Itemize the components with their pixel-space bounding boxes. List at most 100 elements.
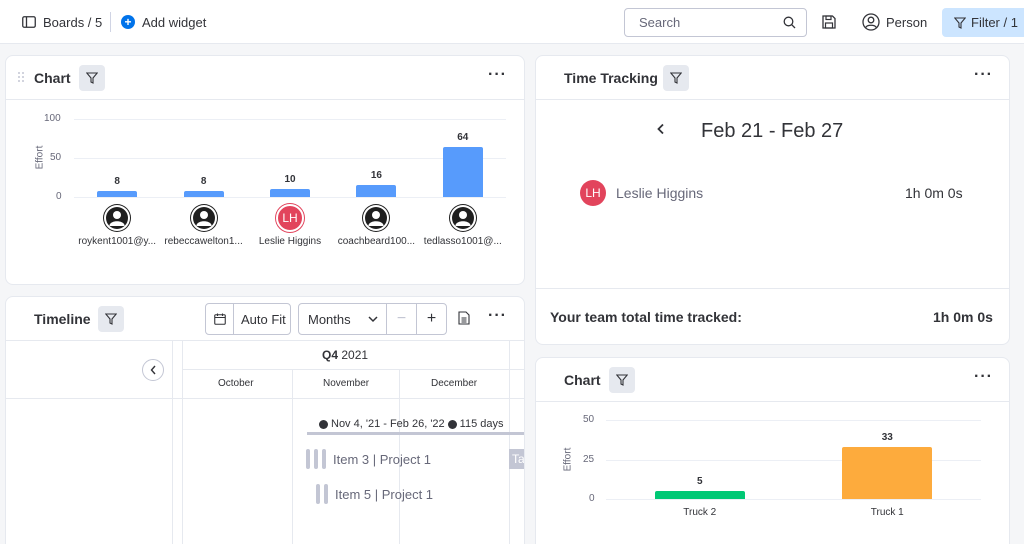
x-tick-label: Leslie Higgins bbox=[258, 236, 322, 247]
x-tick-label: Truck 2 bbox=[683, 507, 717, 518]
avatar: LH bbox=[276, 204, 304, 232]
timeline-header-divider bbox=[6, 398, 524, 399]
x-tick-label: coachbeard100... bbox=[337, 236, 416, 247]
column-divider bbox=[182, 341, 183, 544]
export-button[interactable] bbox=[458, 311, 470, 330]
add-widget-button[interactable]: + Add widget bbox=[121, 0, 206, 44]
board-icon bbox=[22, 16, 36, 28]
add-widget-label: Add widget bbox=[142, 14, 207, 30]
bar-value-label: 33 bbox=[881, 431, 893, 443]
previous-week-button[interactable] bbox=[656, 122, 666, 140]
user-icon bbox=[189, 204, 218, 232]
chart2-plot: Effort 50 25 0 5 Truck 2 33 Truck 1 bbox=[536, 402, 1009, 544]
y-tick-label: 0 bbox=[589, 493, 595, 504]
chart-widget-2-header: Chart ··· bbox=[536, 358, 1009, 402]
gridline bbox=[74, 119, 506, 120]
drag-bar bbox=[314, 449, 318, 469]
group-bar[interactable] bbox=[307, 432, 524, 435]
end-dot-icon bbox=[447, 419, 457, 429]
drag-bar bbox=[316, 484, 320, 504]
search-input[interactable]: Search bbox=[624, 8, 807, 37]
top-bar: Boards / 5 + Add widget Search Person Fi… bbox=[0, 0, 1024, 44]
auto-fit-label: Auto Fit bbox=[241, 311, 286, 327]
scale-label: Months bbox=[308, 311, 351, 327]
y-tick-label: 25 bbox=[583, 453, 595, 465]
x-tick-label: Truck 1 bbox=[870, 507, 904, 518]
chart-widget-2: Chart ··· Effort 50 25 0 5 Truck 2 33 Truck 1 bbox=[535, 357, 1010, 544]
chevron-left-icon bbox=[150, 365, 156, 375]
filter-button[interactable]: Filter / 1 bbox=[942, 8, 1024, 37]
y-tick-label: 100 bbox=[44, 113, 61, 124]
user-icon bbox=[103, 204, 132, 232]
row-divider bbox=[182, 369, 524, 370]
y-tick-label: 0 bbox=[56, 191, 62, 202]
y-axis-label: Effort bbox=[562, 447, 574, 471]
export-icon bbox=[458, 311, 470, 325]
boards-label: Boards / 5 bbox=[43, 14, 103, 30]
more-options-icon[interactable]: ··· bbox=[488, 66, 507, 84]
avatar: LH bbox=[580, 180, 606, 206]
y-axis-label: Effort bbox=[34, 145, 46, 170]
bar-value-label: 10 bbox=[284, 174, 296, 186]
total-label: Your team total time tracked: bbox=[550, 309, 742, 325]
timeline-header: Timeline Auto Fit Months − + ··· bbox=[6, 297, 524, 341]
total-value: 1h 0m 0s bbox=[933, 309, 993, 325]
chart-filter-button[interactable] bbox=[79, 65, 105, 91]
filter-icon bbox=[105, 313, 117, 325]
x-tick-label: tedlasso1001@... bbox=[423, 236, 502, 247]
calendar-icon bbox=[206, 304, 234, 334]
month-label: November bbox=[323, 378, 370, 389]
more-options-icon[interactable]: ··· bbox=[974, 368, 993, 386]
bar bbox=[842, 446, 933, 499]
gridline bbox=[74, 197, 506, 198]
item-label: Item 3 | Project 1 bbox=[333, 451, 432, 467]
bar-value-label: 16 bbox=[370, 169, 382, 181]
bar-value-label: 64 bbox=[457, 132, 469, 144]
timeline-item[interactable]: Item 3 | Project 1 bbox=[306, 449, 431, 469]
time-tracking-title: Time Tracking bbox=[564, 70, 658, 86]
gridline bbox=[606, 420, 981, 421]
drag-handle-icon[interactable] bbox=[17, 71, 25, 83]
chevron-left-icon bbox=[657, 123, 664, 135]
group-days: 115 days bbox=[459, 418, 504, 430]
zoom-in-button[interactable]: + bbox=[417, 304, 446, 334]
month-label: December bbox=[431, 378, 478, 389]
timeline-item-cutoff[interactable]: Ta bbox=[509, 449, 524, 469]
chart-title: Chart bbox=[34, 70, 71, 86]
boards-button[interactable]: Boards / 5 bbox=[22, 0, 102, 44]
date-range: Feb 21 - Feb 27 bbox=[701, 120, 844, 142]
more-options-icon[interactable]: ··· bbox=[488, 307, 507, 325]
bar bbox=[97, 190, 138, 197]
chart-filter-button[interactable] bbox=[609, 367, 635, 393]
drag-bar bbox=[324, 484, 328, 504]
timeline-item[interactable]: Item 5 | Project 1 bbox=[316, 484, 433, 504]
save-button[interactable] bbox=[822, 0, 836, 44]
quarter-year: 2021 bbox=[341, 348, 369, 362]
user-icon bbox=[362, 204, 391, 232]
drag-bar bbox=[306, 449, 310, 469]
filter-icon bbox=[670, 72, 682, 84]
zoom-out-button[interactable]: − bbox=[387, 304, 417, 334]
gridline bbox=[74, 158, 506, 159]
column-divider bbox=[172, 341, 173, 544]
bar bbox=[442, 147, 483, 197]
filter-icon bbox=[954, 16, 966, 29]
person-icon bbox=[862, 13, 880, 31]
more-options-icon[interactable]: ··· bbox=[974, 66, 993, 84]
timeline-filter-button[interactable] bbox=[98, 306, 124, 332]
auto-fit-button[interactable]: Auto Fit bbox=[205, 303, 291, 335]
bar bbox=[270, 189, 310, 197]
month-label: October bbox=[218, 378, 254, 389]
scale-control: Months − + bbox=[298, 303, 447, 335]
chart-widget-header: Chart ··· bbox=[6, 56, 524, 100]
scale-dropdown[interactable]: Months bbox=[299, 304, 387, 334]
time-tracking-filter-button[interactable] bbox=[663, 65, 689, 91]
timeline-widget: Timeline Auto Fit Months − + ··· Q4 2021… bbox=[5, 296, 525, 544]
scroll-left-button[interactable] bbox=[142, 359, 164, 381]
item-label: Item 5 | Project 1 bbox=[335, 486, 434, 502]
save-icon bbox=[822, 15, 836, 29]
bar-value-label: 8 bbox=[114, 175, 120, 187]
person-filter-button[interactable]: Person bbox=[862, 0, 927, 44]
gridline bbox=[606, 499, 981, 500]
drag-bar bbox=[322, 449, 326, 469]
